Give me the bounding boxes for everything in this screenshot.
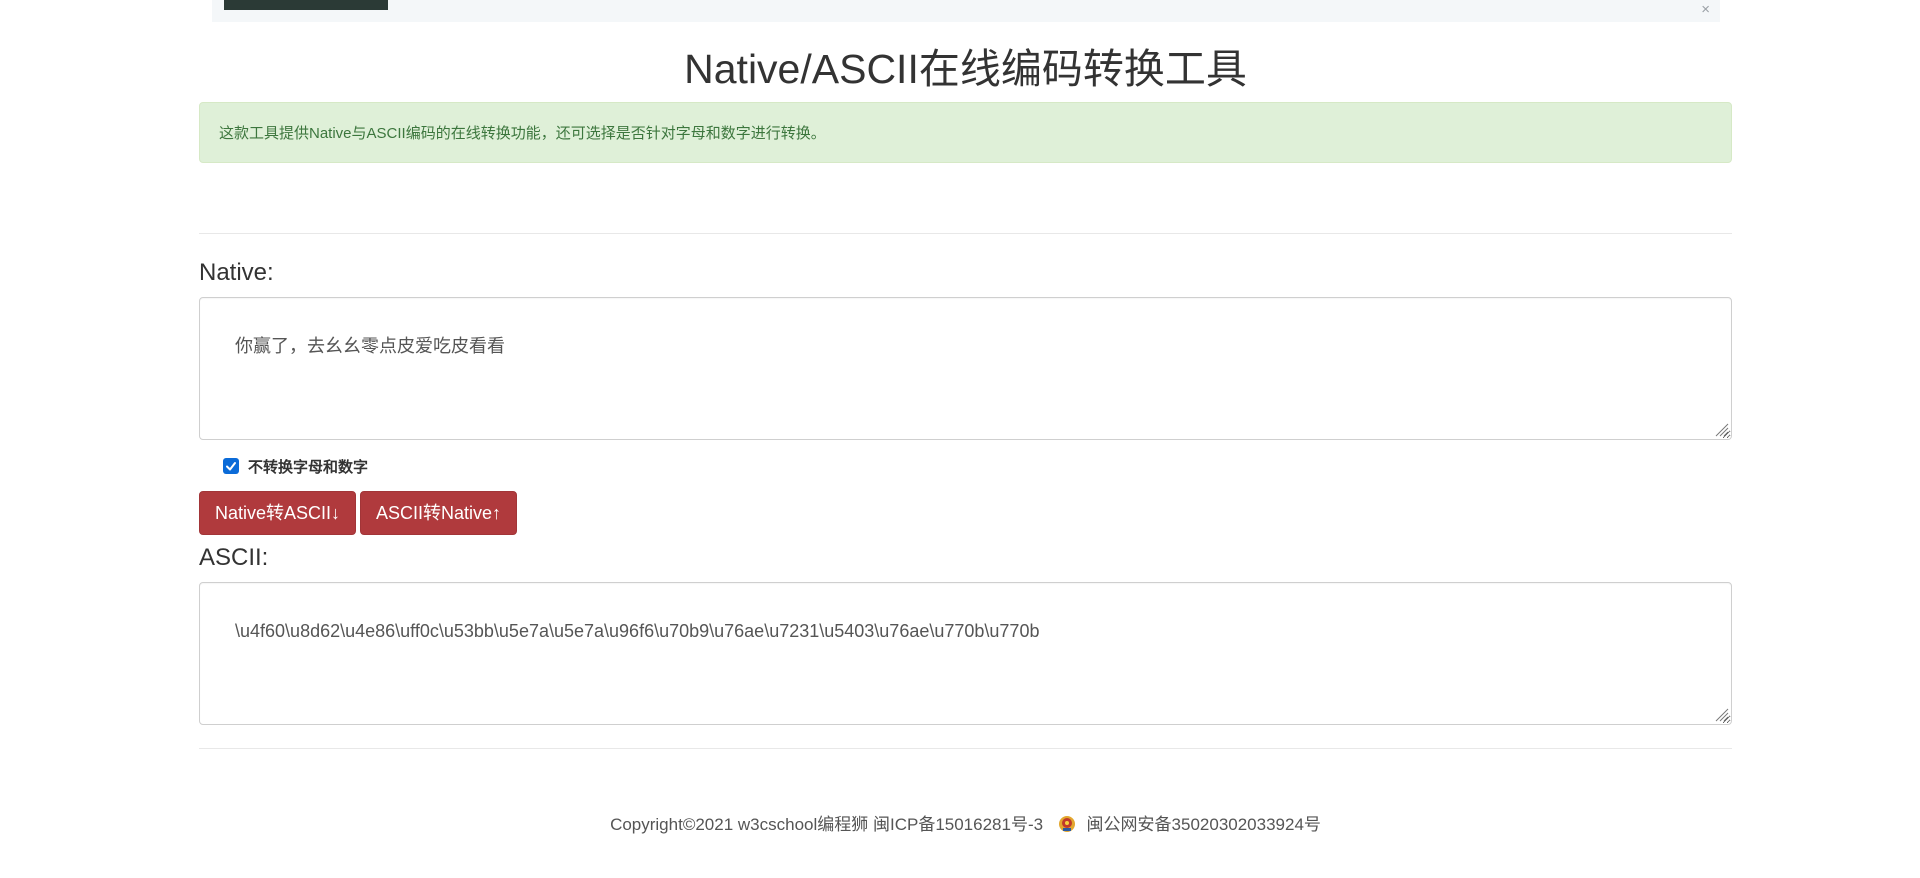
footer-copyright[interactable]: Copyright©2021 w3cschool编程狮 闽ICP备1501628… bbox=[610, 815, 1043, 834]
ascii-textarea[interactable]: \u4f60\u8d62\u4e86\uff0c\u53bb\u5e7a\u5e… bbox=[199, 582, 1732, 725]
ascii-label: ASCII: bbox=[199, 544, 269, 571]
intro-text: 这款工具提供Native与ASCII编码的在线转换功能，还可选择是否针对字母和数… bbox=[219, 125, 826, 142]
native-textarea[interactable]: 你赢了，去幺幺零点皮爱吃皮看看 bbox=[199, 297, 1732, 440]
skip-alnum-label[interactable]: 不转换字母和数字 bbox=[248, 456, 368, 477]
skip-alnum-option[interactable]: 不转换字母和数字 bbox=[223, 456, 368, 476]
divider-top bbox=[199, 233, 1732, 234]
native-text: 你赢了，去幺幺零点皮爱吃皮看看 bbox=[235, 336, 506, 356]
banner-image[interactable] bbox=[224, 0, 388, 10]
footer-police-record[interactable]: 闽公网安备35020302033924号 bbox=[1087, 815, 1321, 834]
intro-alert: 这款工具提供Native与ASCII编码的在线转换功能，还可选择是否针对字母和数… bbox=[199, 102, 1732, 163]
native-label: Native: bbox=[199, 259, 274, 286]
close-icon[interactable]: × bbox=[1701, 2, 1710, 18]
ascii-text: \u4f60\u8d62\u4e86\uff0c\u53bb\u5e7a\u5e… bbox=[235, 621, 1040, 641]
police-badge-icon bbox=[1058, 816, 1075, 832]
page-title: Native/ASCII在线编码转换工具 bbox=[684, 46, 1247, 92]
skip-alnum-checkbox[interactable] bbox=[223, 458, 239, 474]
ascii-to-native-button[interactable]: ASCII转Native↑ bbox=[360, 491, 518, 535]
checkmark-icon bbox=[226, 462, 236, 471]
top-banner: × bbox=[212, 0, 1720, 22]
divider-bottom bbox=[199, 748, 1732, 749]
resize-grip-icon[interactable] bbox=[1713, 706, 1729, 722]
native-to-ascii-button[interactable]: Native转ASCII↓ bbox=[199, 491, 357, 535]
footer: Copyright©2021 w3cschool编程狮 闽ICP备1501628… bbox=[199, 814, 1732, 836]
resize-grip-icon[interactable] bbox=[1713, 421, 1729, 437]
